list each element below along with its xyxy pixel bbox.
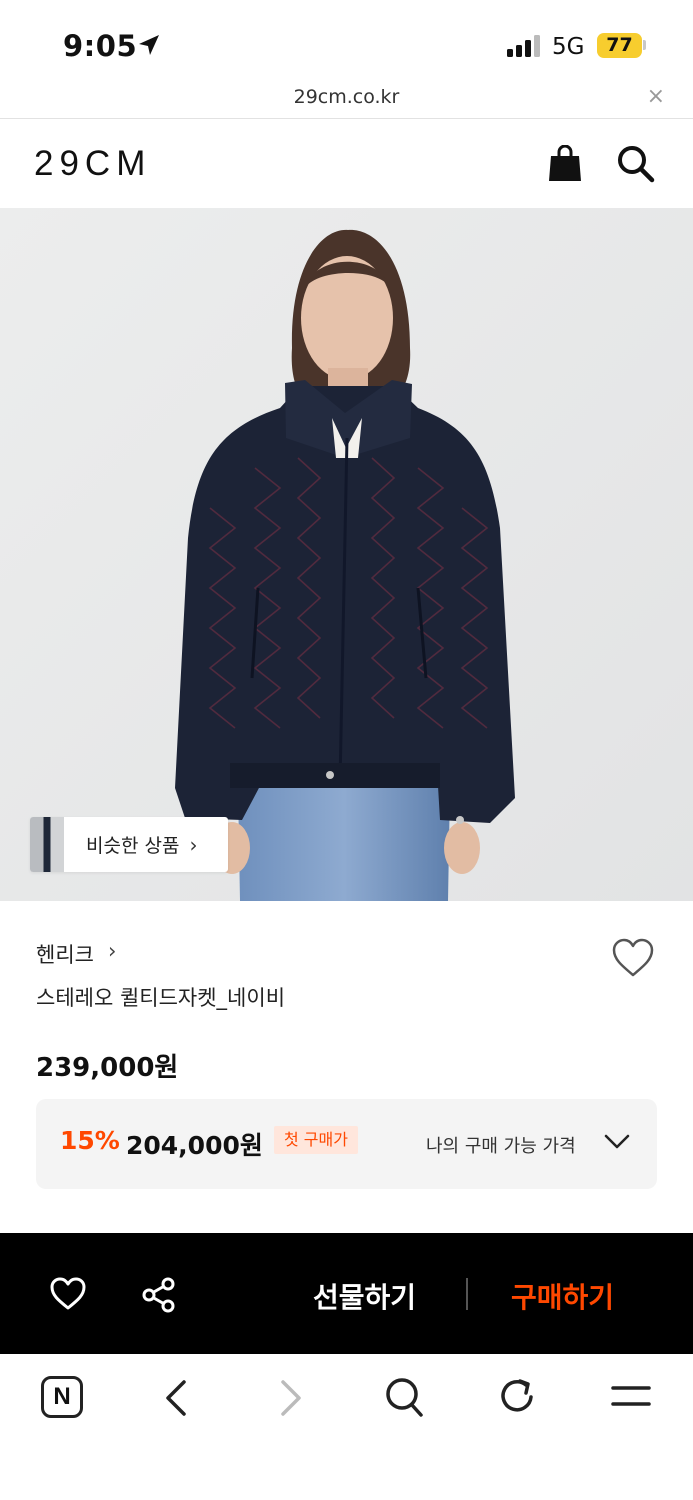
shopping-bag-icon[interactable] — [548, 145, 582, 181]
search-icon[interactable] — [384, 1376, 424, 1418]
chevron-down-icon[interactable] — [604, 1134, 630, 1150]
url-text[interactable]: 29cm.co.kr — [0, 86, 693, 108]
wishlist-heart-icon[interactable] — [49, 1277, 87, 1311]
status-bar: 9:05 5G 77 — [0, 0, 693, 86]
product-photo — [0, 208, 693, 901]
product-price: 239,000원 — [36, 1053, 179, 1083]
product-name: 스테레오 퀼티드자켓_네이비 — [36, 986, 286, 1010]
action-divider — [466, 1278, 468, 1310]
naver-home-button[interactable]: N — [41, 1376, 83, 1418]
discount-price: 204,000원 — [126, 1131, 263, 1160]
share-icon[interactable] — [141, 1277, 177, 1313]
location-arrow-icon — [139, 35, 159, 55]
discount-price-box[interactable]: 15% 204,000원 첫 구매가 나의 구매 가능 가격 — [36, 1099, 657, 1189]
brand-link[interactable]: 헨리크 — [36, 939, 94, 969]
product-image[interactable]: 비슷한 상품 › — [0, 208, 693, 901]
close-icon[interactable]: × — [647, 84, 665, 109]
reload-icon[interactable] — [498, 1376, 538, 1418]
heart-icon[interactable] — [611, 938, 655, 978]
chevron-right-icon: › — [189, 832, 198, 857]
battery-nub — [643, 40, 646, 50]
similar-products-button[interactable]: 비슷한 상품 › — [30, 817, 228, 872]
search-icon[interactable] — [617, 145, 655, 183]
gift-button[interactable]: 선물하기 — [313, 1276, 416, 1316]
menu-icon[interactable] — [611, 1382, 651, 1410]
battery-indicator: 77 — [597, 33, 642, 58]
buy-button[interactable]: 구매하기 — [511, 1276, 614, 1316]
browser-toolbar: N — [0, 1354, 693, 1500]
purchase-action-bar: 선물하기 구매하기 — [0, 1233, 693, 1354]
first-purchase-badge: 첫 구매가 — [274, 1126, 358, 1154]
my-price-label[interactable]: 나의 구매 가능 가격 — [426, 1132, 576, 1158]
cellular-signal-icon — [507, 35, 540, 57]
url-bar[interactable]: 29cm.co.kr × — [0, 84, 693, 119]
discount-percent: 15% — [60, 1126, 120, 1155]
site-header: 29CM — [0, 119, 693, 208]
site-logo[interactable]: 29CM — [34, 144, 151, 184]
similar-products-label: 비슷한 상품 — [86, 835, 180, 857]
status-time: 9:05 — [63, 29, 138, 63]
similar-thumbnail — [30, 817, 64, 872]
forward-arrow-icon[interactable] — [277, 1378, 305, 1418]
chevron-right-icon[interactable]: › — [108, 939, 116, 963]
network-type: 5G — [552, 34, 585, 60]
back-arrow-icon[interactable] — [162, 1378, 190, 1418]
